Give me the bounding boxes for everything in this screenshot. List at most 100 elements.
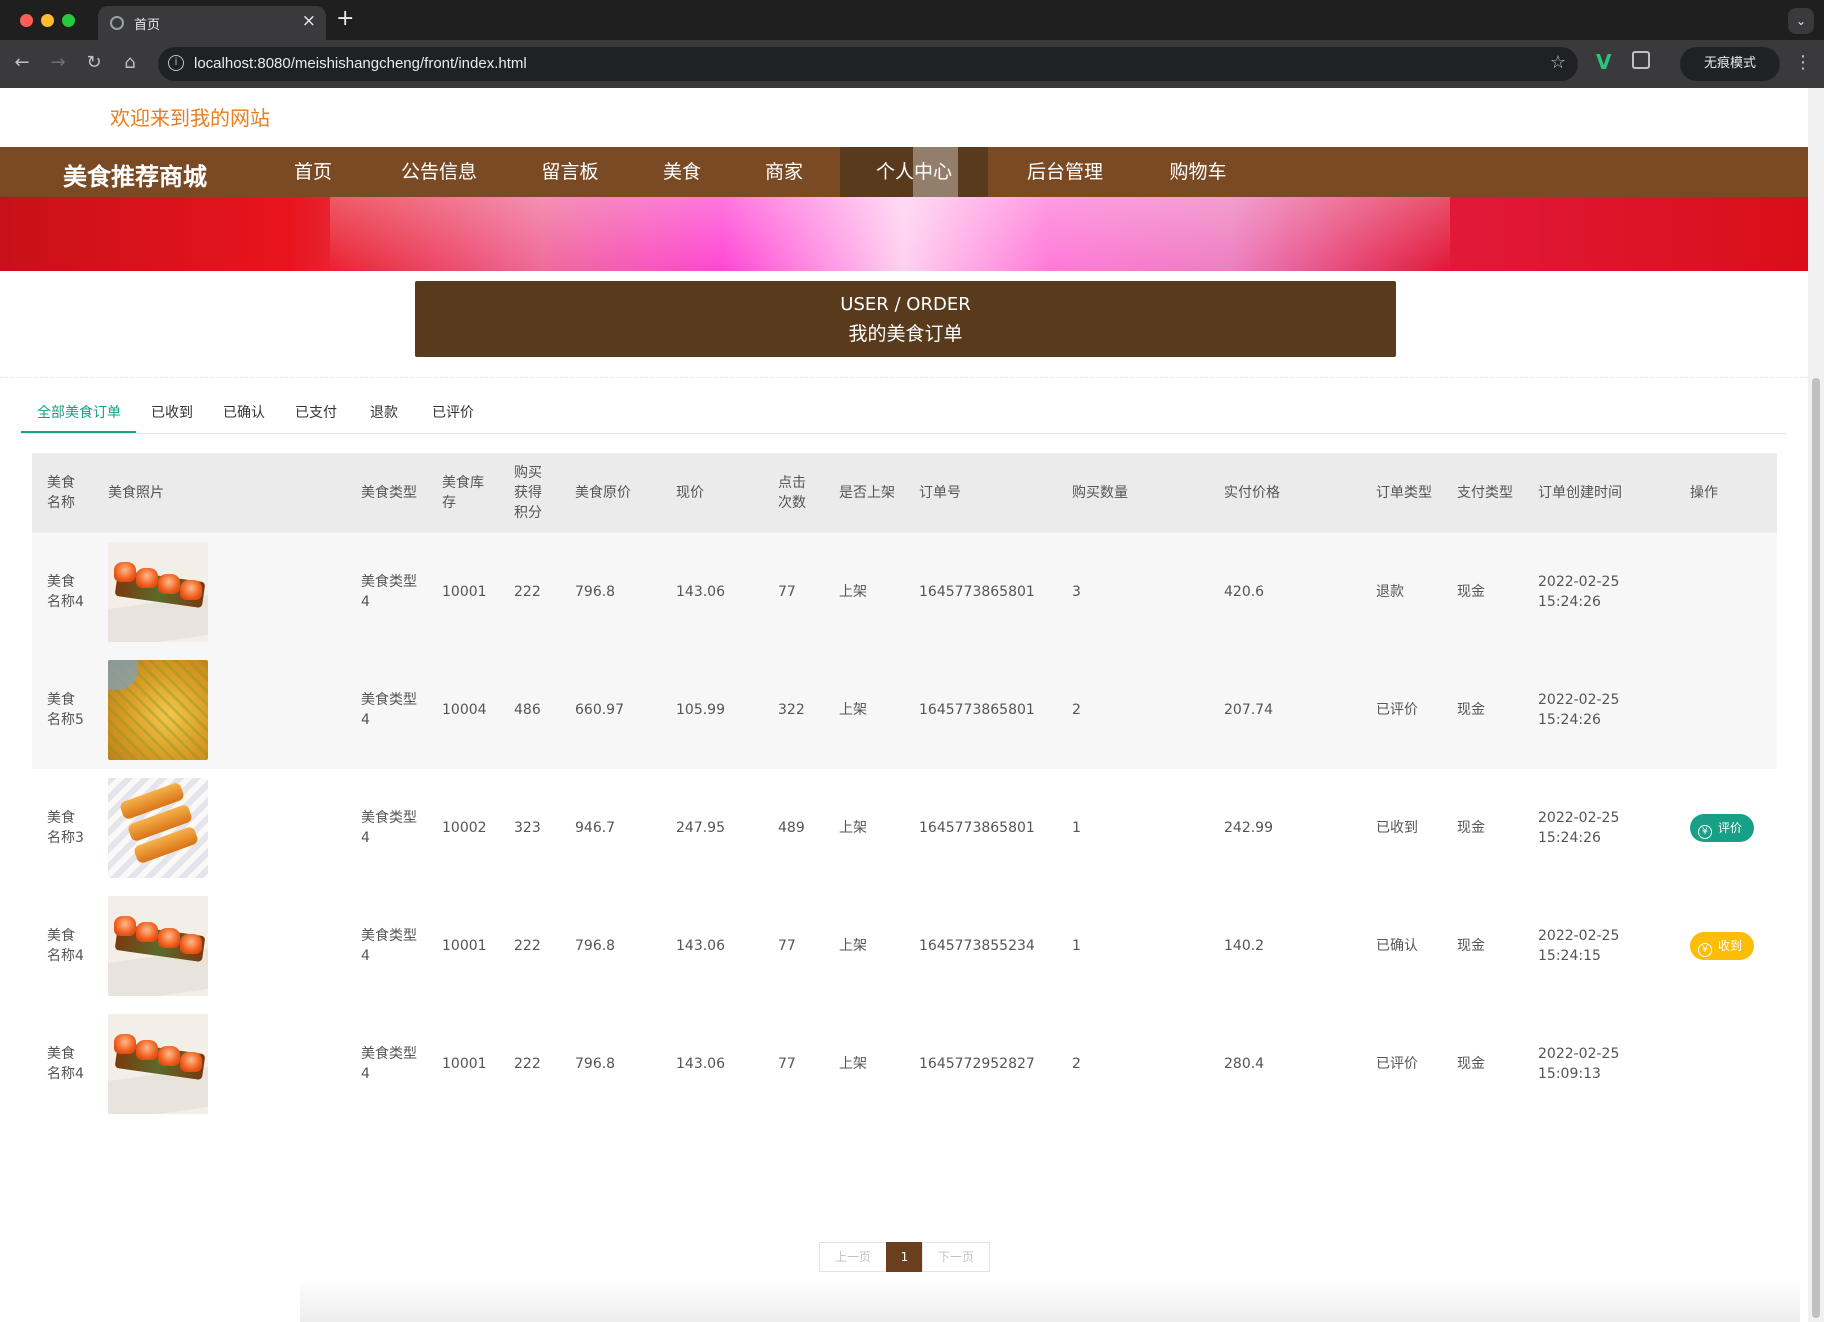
site-info-icon[interactable]: i (168, 55, 184, 71)
nav-cart[interactable]: 购物车 (1142, 147, 1254, 197)
food-photo-cell (93, 769, 346, 887)
nav-food[interactable]: 美食 (642, 147, 722, 197)
browser-tab[interactable]: 首页 × (98, 6, 326, 40)
col-header: 操作 (1675, 453, 1777, 533)
active-tab-underline (21, 431, 136, 433)
food-stock: 10001 (442, 584, 487, 600)
site-brand[interactable]: 美食推荐商城 (63, 157, 207, 192)
nav-announcements[interactable]: 公告信息 (382, 147, 496, 197)
food-type: 美食类型4 (361, 574, 417, 610)
bookmark-star-icon[interactable]: ☆ (1550, 52, 1566, 73)
quantity: 1 (1072, 938, 1081, 954)
yen-icon: ¥ (1698, 825, 1712, 839)
tab-confirmed[interactable]: 已确认 (223, 402, 265, 422)
incognito-badge[interactable]: 无痕模式 (1680, 47, 1780, 81)
food-name: 美食名称3 (47, 810, 84, 846)
main-navbar: 美食推荐商城 首页 公告信息 留言板 美食 商家 个人中心 后台管理 购物车 (0, 147, 1808, 197)
pay-type: 现金 (1457, 584, 1485, 600)
food-stock: 10004 (442, 702, 487, 718)
vue-devtools-icon[interactable]: V (1596, 50, 1611, 74)
col-header: 美食原价 (560, 453, 661, 533)
page-1-button[interactable]: 1 (886, 1242, 923, 1272)
on-sale-status: 上架 (839, 702, 867, 718)
new-tab-icon[interactable]: + (336, 6, 354, 31)
created-time: 2022-02-25 15:24:26 (1523, 533, 1675, 651)
food-type: 美食类型4 (361, 692, 417, 728)
pastry-photo (108, 778, 208, 878)
url-text[interactable]: localhost:8080/meishishangcheng/front/in… (194, 55, 527, 72)
chevron-down-icon[interactable]: ⌄ (1788, 8, 1814, 34)
close-tab-icon[interactable]: × (302, 11, 316, 31)
more-menu-icon[interactable]: ⋮ (1794, 52, 1812, 73)
scrollbar-thumb[interactable] (1812, 378, 1820, 1318)
order-number: 1645773865801 (919, 584, 1035, 600)
nav-admin[interactable]: 后台管理 (1008, 147, 1122, 197)
created-date: 2022-02-25 (1538, 574, 1620, 590)
current-price: 143.06 (676, 938, 725, 954)
orders-panel: 全部美食订单 已收到 已确认 已支付 退款 已评价 美食名称 美食照片 美食类型… (0, 377, 1808, 1322)
receive-button[interactable]: ¥ 收到 (1690, 932, 1755, 960)
created-date: 2022-02-25 (1538, 810, 1620, 826)
tab-paid[interactable]: 已支付 (295, 402, 337, 422)
food-name: 美食名称5 (47, 692, 84, 728)
created-clock: 15:09:13 (1538, 1066, 1601, 1082)
created-time: 2022-02-25 15:24:15 (1523, 887, 1675, 1005)
page-scrollbar[interactable] (1808, 88, 1824, 1322)
pay-type: 现金 (1457, 820, 1485, 836)
on-sale-status: 上架 (839, 584, 867, 600)
pay-type: 现金 (1457, 1056, 1485, 1072)
forward-icon[interactable]: → (46, 52, 70, 73)
food-stock: 10001 (442, 1056, 487, 1072)
review-button[interactable]: ¥ 评价 (1690, 814, 1755, 842)
minimize-window-button[interactable] (41, 14, 54, 27)
created-date: 2022-02-25 (1538, 1046, 1620, 1062)
tab-title: 首页 (134, 18, 161, 33)
food-name: 美食名称4 (47, 928, 84, 964)
original-price: 660.97 (575, 702, 624, 718)
banner-carousel[interactable] (0, 197, 1808, 271)
order-type: 已确认 (1376, 938, 1418, 954)
action-cell: ¥ 评价 (1675, 769, 1777, 887)
tab-refund[interactable]: 退款 (370, 402, 398, 422)
created-clock: 15:24:26 (1538, 712, 1601, 728)
prev-page-button[interactable]: 上一页 (819, 1242, 887, 1272)
table-row: 美食名称3 美食类型4 10002 323 946.7 247.95 489 上… (32, 769, 1777, 887)
quantity: 3 (1072, 584, 1081, 600)
close-window-button[interactable] (20, 14, 33, 27)
maximize-window-button[interactable] (62, 14, 75, 27)
section-title-en: USER / ORDER (840, 294, 971, 315)
col-header: 实付价格 (1209, 453, 1361, 533)
reload-icon[interactable]: ↻ (82, 52, 106, 73)
browser-toolbar: ← → ↻ ⌂ i localhost:8080/meishishangchen… (0, 40, 1824, 88)
address-bar[interactable]: i localhost:8080/meishishangcheng/front/… (158, 47, 1578, 81)
food-points: 486 (514, 702, 541, 718)
created-clock: 15:24:26 (1538, 830, 1601, 846)
next-page-button[interactable]: 下一页 (922, 1242, 990, 1272)
created-time: 2022-02-25 15:24:26 (1523, 651, 1675, 769)
order-type: 已收到 (1376, 820, 1418, 836)
tab-received[interactable]: 已收到 (151, 402, 193, 422)
home-icon[interactable]: ⌂ (118, 52, 142, 73)
order-type: 已评价 (1376, 702, 1418, 718)
click-count: 322 (778, 702, 805, 718)
nav-merchants[interactable]: 商家 (744, 147, 824, 197)
click-count: 77 (778, 1056, 796, 1072)
col-header: 购买数量 (1057, 453, 1209, 533)
food-stock: 10002 (442, 820, 487, 836)
tab-reviewed[interactable]: 已评价 (432, 402, 474, 422)
food-points: 323 (514, 820, 541, 836)
extensions-icon[interactable] (1632, 51, 1650, 69)
paid-price: 420.6 (1224, 584, 1265, 600)
original-price: 796.8 (575, 1056, 616, 1072)
nav-message-board[interactable]: 留言板 (522, 147, 618, 197)
table-header-row: 美食名称 美食照片 美食类型 美食库存 购买获得积分 美食原价 现价 点击次数 … (32, 453, 1777, 533)
current-price: 143.06 (676, 584, 725, 600)
table-row: 美食名称4 美食类型4 10001 222 796.8 143.06 77 上架… (32, 887, 1777, 1005)
tab-all-orders[interactable]: 全部美食订单 (37, 402, 121, 422)
food-points: 222 (514, 1056, 541, 1072)
globe-icon (110, 16, 124, 30)
col-header: 现价 (661, 453, 763, 533)
back-icon[interactable]: ← (10, 52, 34, 73)
nav-home[interactable]: 首页 (270, 147, 356, 197)
created-clock: 15:24:15 (1538, 948, 1601, 964)
